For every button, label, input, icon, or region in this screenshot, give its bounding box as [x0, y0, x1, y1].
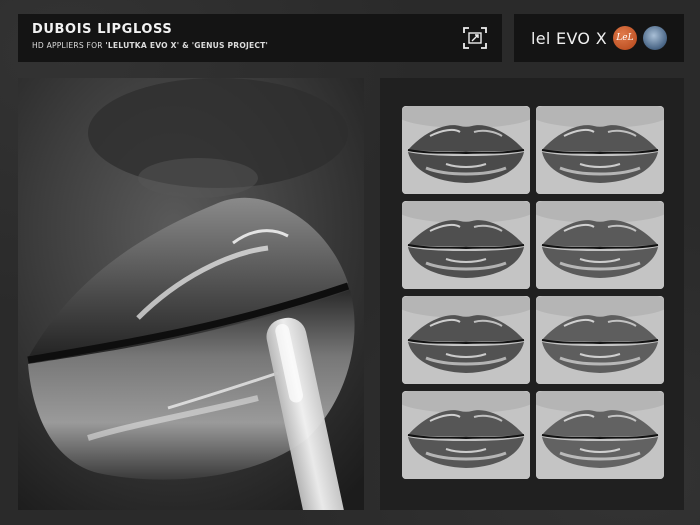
product-subtitle: HD APPLIERS FOR 'LELUTKA EVO X' & 'GENUS… [32, 41, 488, 50]
genus-logo-badge [642, 26, 667, 50]
lelutka-logo-badge: LeL [612, 26, 637, 50]
shade-swatch [536, 201, 664, 289]
shade-swatch [536, 391, 664, 479]
product-title: DUBOIS LIPGLOSS [32, 22, 173, 37]
product-header: DUBOIS LIPGLOSS HD APPLIERS FOR 'LELUTKA… [18, 14, 502, 62]
shade-swatch [402, 391, 530, 479]
lelutka-logo-text: LeL [616, 33, 634, 43]
subtitle-prefix: HD APPLIERS FOR [32, 41, 106, 50]
shade-swatch [536, 106, 664, 194]
shade-swatch [536, 296, 664, 384]
subtitle-names: 'LELUTKA EVO X' & 'GENUS PROJECT' [105, 41, 269, 50]
shade-swatch [402, 106, 530, 194]
shade-swatch-grid [380, 78, 684, 510]
lips-closeup-photo [18, 78, 364, 510]
hd-expand-icon [463, 27, 487, 49]
brand-header: lel EVO X LeL [514, 14, 684, 62]
brand-text: lel EVO X [531, 28, 607, 48]
swatch-grid-container [402, 106, 664, 479]
shade-swatch [402, 201, 530, 289]
shade-swatch [402, 296, 530, 384]
